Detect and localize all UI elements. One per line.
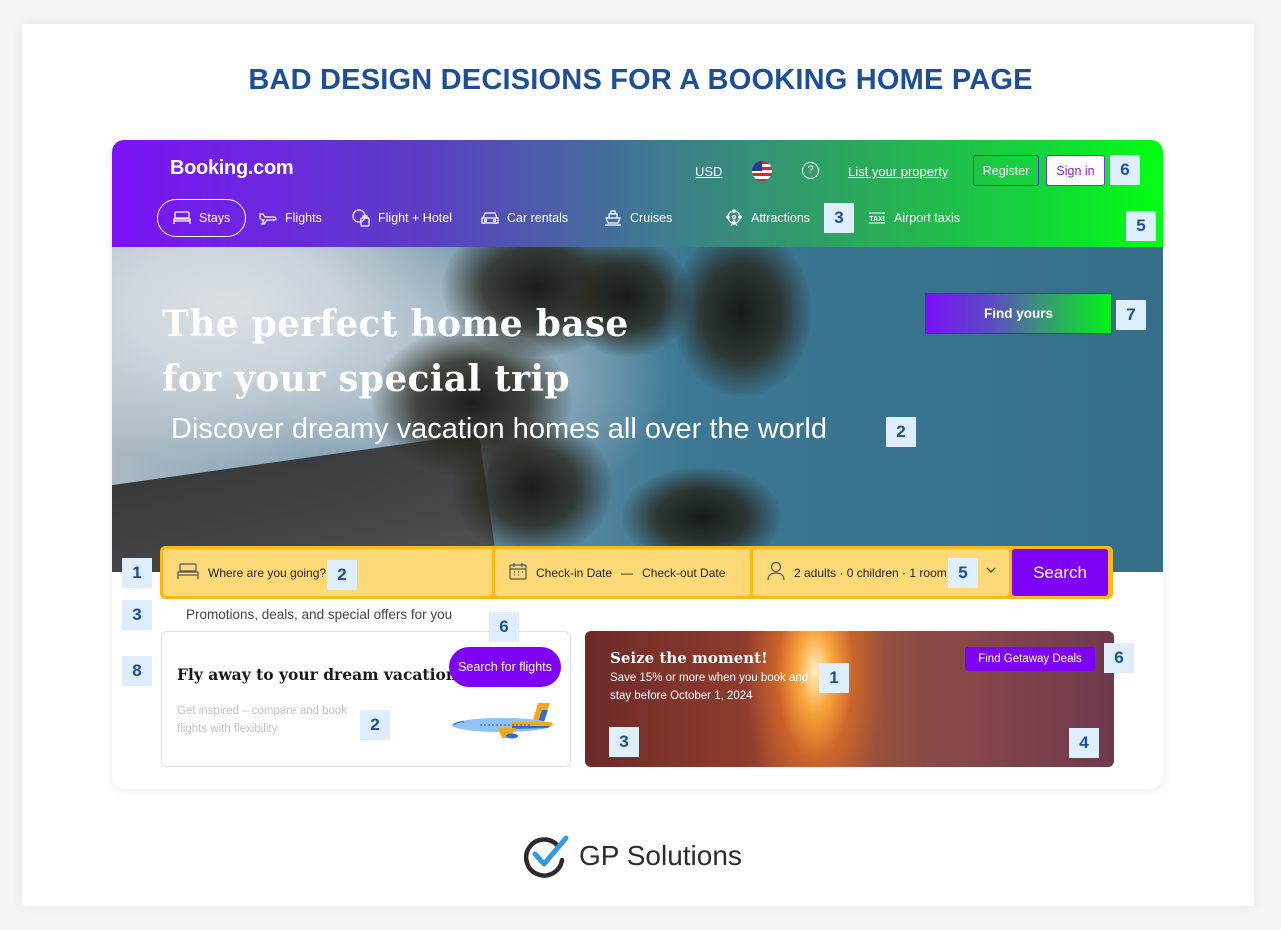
plane-icon (259, 210, 277, 226)
flight-card-title: Fly away to your dream vacation (177, 665, 458, 684)
hero-subtitle: Discover dreamy vacation homes all over … (171, 413, 827, 445)
flight-promo-card: Fly away to your dream vacation Get insp… (161, 631, 571, 767)
hero-banner: The perfect home base for your special t… (112, 247, 1163, 572)
annotation-badge: 2 (360, 710, 390, 740)
site-header: Booking.com USD ? List your property Reg… (112, 140, 1163, 247)
annotation-badge: 5 (948, 558, 978, 588)
hero-headline: The perfect home base for your special t… (162, 297, 629, 407)
annotation-badge: 3 (824, 203, 854, 233)
annotation-badge: 6 (489, 612, 519, 642)
nav-item-cruises[interactable]: Cruises (604, 199, 672, 237)
checkmark-circle-icon (524, 835, 569, 878)
nav-label: Cruises (630, 211, 673, 225)
car-icon (481, 210, 499, 226)
nav-label: Airport taxis (894, 211, 960, 225)
deal-card-subtitle: Save 15% or more when you book and stay … (610, 672, 809, 702)
nav-item-stays[interactable]: Stays (157, 199, 247, 237)
nav-item-attractions[interactable]: Attractions (725, 199, 810, 237)
date-separator: — (621, 565, 634, 580)
nav-item-flight-hotel[interactable]: Flight + Hotel (352, 199, 452, 237)
calendar-icon (509, 562, 527, 583)
gp-solutions-logo: GP Solutions (524, 834, 742, 878)
svg-text:TAXI: TAXI (869, 216, 884, 223)
deal-card-title: Seize the moment! (610, 649, 768, 667)
annotation-badge: 3 (609, 727, 639, 757)
guests-value: 2 adults · 0 children · 1 room (794, 565, 947, 580)
promotions-heading: Promotions, deals, and special offers fo… (186, 607, 453, 622)
taxi-icon: TAXI (868, 210, 886, 226)
person-icon (767, 561, 785, 584)
ship-icon (604, 210, 622, 226)
checkout-placeholder[interactable]: Check-out Date (642, 566, 725, 580)
date-range-input[interactable]: Check-in Date — Check-out Date (495, 549, 750, 596)
airplane-illustration-icon (452, 703, 554, 739)
find-getaway-deals-button[interactable]: Find Getaway Deals (965, 647, 1095, 671)
register-button[interactable]: Register (973, 155, 1039, 186)
annotation-badge: 6 (1104, 643, 1134, 673)
annotation-badge: 7 (1116, 300, 1146, 330)
gp-solutions-wordmark: GP Solutions (579, 840, 742, 871)
annotation-badge: 1 (819, 663, 849, 693)
chevron-down-icon[interactable] (985, 564, 997, 578)
find-yours-button[interactable]: Find yours (925, 293, 1112, 334)
search-button[interactable]: Search (1012, 549, 1108, 596)
bed-icon (173, 210, 191, 226)
annotation-badge: 2 (327, 560, 357, 590)
bed-icon (177, 562, 199, 583)
search-flights-button[interactable]: Search for flights (449, 647, 561, 687)
question-circle-icon[interactable]: ? (802, 162, 819, 179)
annotation-badge: 1 (122, 558, 152, 588)
nav-label: Stays (199, 211, 231, 225)
ferris-wheel-icon (725, 209, 743, 227)
flight-hotel-icon (352, 209, 370, 227)
site-logo[interactable]: Booking.com (170, 157, 294, 180)
nav-label: Car rentals (507, 211, 569, 225)
page-title: BAD DESIGN DECISIONS FOR A BOOKING HOME … (248, 64, 1033, 96)
nav-label: Flight + Hotel (378, 211, 452, 225)
getaway-deal-card: Seize the moment! Save 15% or more when … (585, 631, 1114, 767)
checkin-placeholder[interactable]: Check-in Date (536, 566, 612, 580)
nav-item-car-rentals[interactable]: Car rentals (481, 199, 568, 237)
nav-label: Flights (285, 211, 322, 225)
destination-placeholder: Where are you going? (208, 565, 327, 580)
booking-site-mockup: Booking.com USD ? List your property Reg… (112, 140, 1163, 789)
nav-label: Attractions (751, 211, 811, 225)
annotation-badge: 3 (122, 600, 152, 630)
us-flag-icon[interactable] (752, 161, 772, 181)
sign-in-button[interactable]: Sign in (1046, 155, 1105, 186)
annotation-badge: 2 (886, 417, 916, 447)
list-property-link[interactable]: List your property (848, 164, 948, 179)
annotation-badge: 5 (1126, 211, 1156, 241)
annotation-badge: 8 (122, 656, 152, 686)
currency-selector[interactable]: USD (695, 164, 722, 179)
nav-item-airport-taxis[interactable]: TAXI Airport taxis (868, 199, 960, 237)
nav-item-flights[interactable]: Flights (259, 199, 322, 237)
flight-card-subtitle: Get inspired – compare and book flights … (177, 705, 348, 735)
hero-background-palm (672, 247, 812, 397)
hero-headline-line-2: for your special trip (162, 358, 570, 400)
annotation-badge: 4 (1069, 728, 1099, 758)
hero-headline-line-1: The perfect home base (162, 303, 629, 345)
annotation-badge: 6 (1110, 155, 1140, 185)
